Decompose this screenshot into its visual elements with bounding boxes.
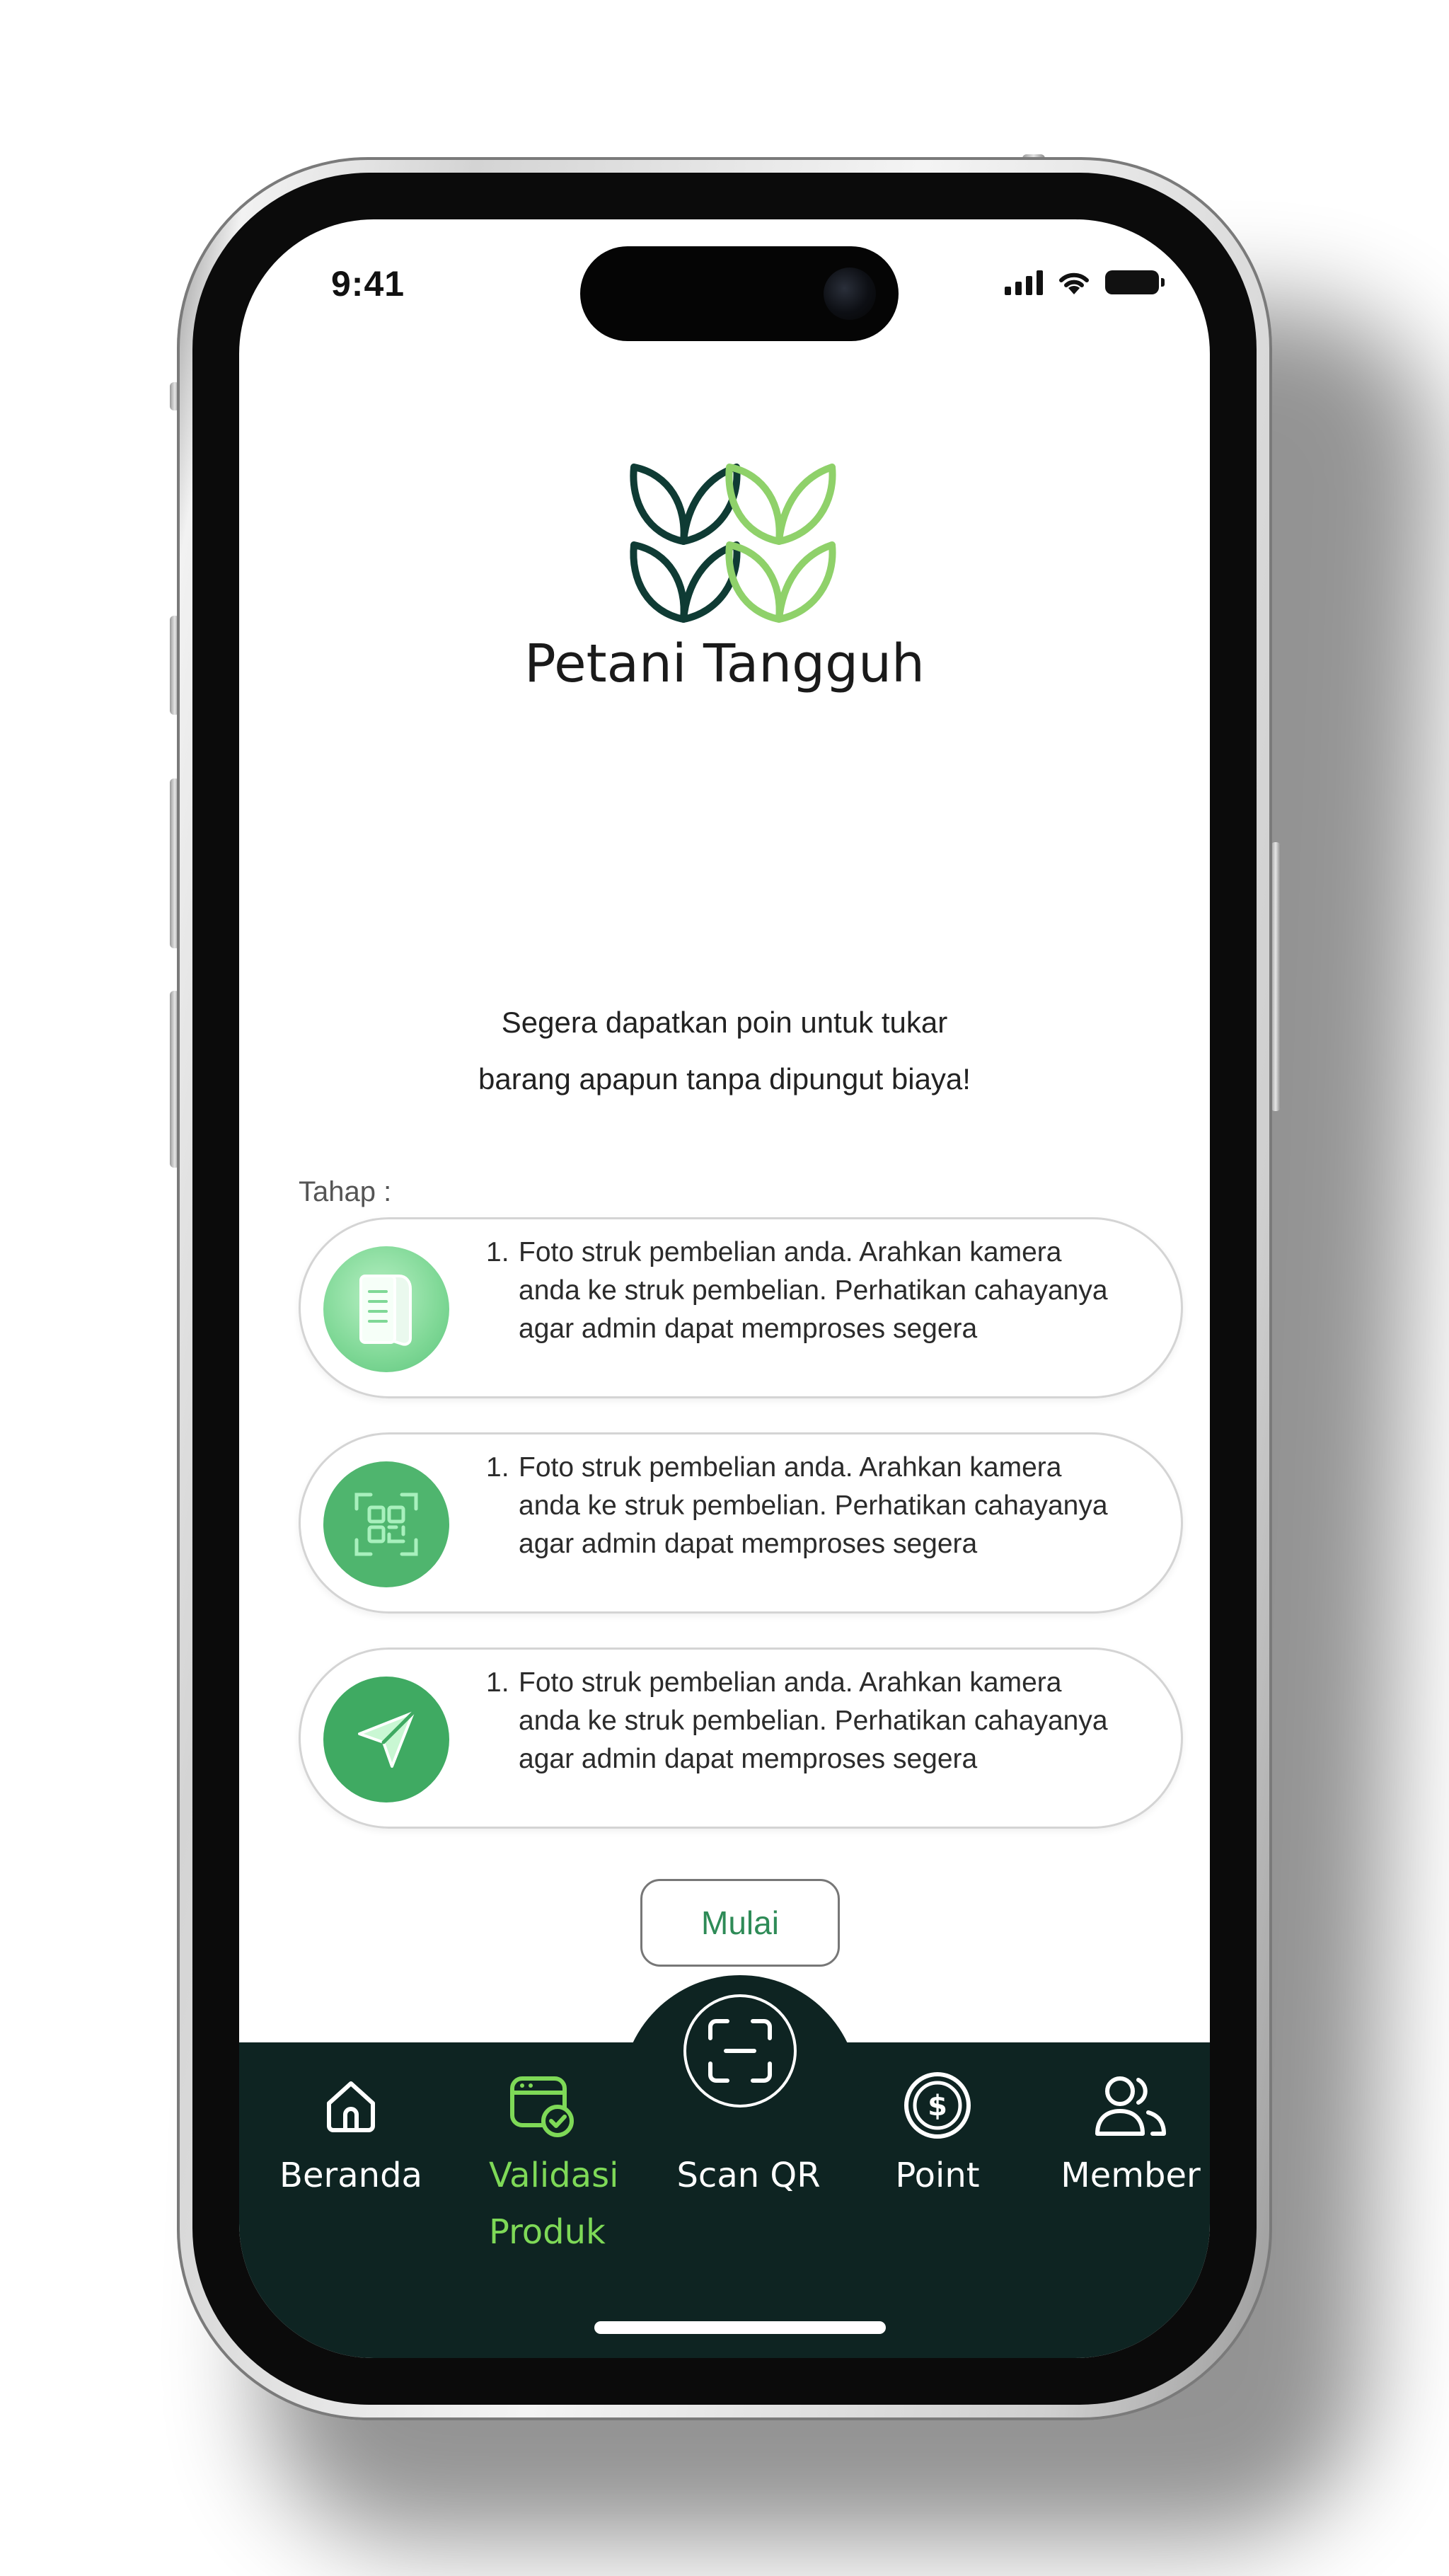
start-button[interactable]: Mulai [640, 1879, 840, 1967]
step-icon-3 [323, 1677, 449, 1802]
status-icons [1005, 269, 1165, 296]
step-number-2: 1. [486, 1452, 509, 1483]
send-icon [358, 1710, 415, 1768]
phone-bezel: 9:41 Petani Tangguh Segera dapatkan poin… [192, 173, 1257, 2405]
home-icon [327, 2081, 375, 2132]
nav-item-point[interactable]: $ Point [845, 2064, 1029, 2204]
step-text-1: 1. Foto struk pembelian anda. Arahkan ka… [486, 1234, 1123, 1348]
step-icon-2 [323, 1461, 449, 1587]
nav-label-point: Point [895, 2156, 980, 2195]
wifi-icon [1059, 272, 1089, 294]
nav-label-validasi-produk: Validasi Produk [489, 2156, 619, 2252]
step-icon-1 [323, 1246, 449, 1372]
brand-name: Petani Tangguh [524, 633, 925, 694]
nav-item-scan-qr[interactable]: Scan QR [657, 2064, 841, 2204]
step-text-2: 1. Foto struk pembelian anda. Arahkan ka… [486, 1449, 1123, 1563]
side-button-power [1271, 842, 1281, 1111]
step-description-2: Foto struk pembelian anda. Arahkan kamer… [519, 1452, 1108, 1559]
dollar-coin-icon: $ [904, 2072, 971, 2139]
cellular-signal-icon [1005, 270, 1043, 295]
intro-line-1: Segera dapatkan poin untuk tukar [501, 1006, 948, 1039]
bottom-navigation: Beranda Validasi Produk Scan QR $ Point … [239, 1975, 1210, 2358]
stage: 9:41 Petani Tangguh Segera dapatkan poin… [0, 0, 1449, 2576]
phone-screen: 9:41 Petani Tangguh Segera dapatkan poin… [239, 219, 1210, 2358]
nav-item-beranda[interactable]: Beranda [259, 2064, 443, 2204]
step-description-1: Foto struk pembelian anda. Arahkan kamer… [519, 1237, 1108, 1344]
svg-text:$: $ [928, 2090, 947, 2122]
step-card-1: 1. Foto struk pembelian anda. Arahkan ka… [299, 1217, 1183, 1398]
qr-code-icon [354, 1493, 418, 1556]
nav-item-member[interactable]: Member [1039, 2064, 1210, 2204]
status-time: 9:41 [331, 264, 405, 304]
steps-label: Tahap : [299, 1176, 392, 1207]
users-icon [1095, 2076, 1166, 2136]
dynamic-island [580, 246, 899, 341]
step-text-3: 1. Foto struk pembelian anda. Arahkan ka… [486, 1664, 1123, 1778]
home-indicator[interactable] [594, 2321, 886, 2334]
step-card-3: 1. Foto struk pembelian anda. Arahkan ka… [299, 1648, 1183, 1829]
nav-item-validasi-produk[interactable]: Validasi Produk [450, 2064, 634, 2260]
petani-tangguh-logo [630, 464, 836, 623]
validate-icon [510, 2076, 574, 2137]
intro-text: Segera dapatkan poin untuk tukar barang … [239, 994, 1210, 1108]
step-description-3: Foto struk pembelian anda. Arahkan kamer… [519, 1667, 1108, 1774]
receipt-icon [359, 1275, 412, 1346]
intro-line-2: barang apapun tanpa dipungut biaya! [478, 1062, 971, 1096]
step-card-2: 1. Foto struk pembelian anda. Arahkan ka… [299, 1432, 1183, 1614]
nav-label-scan-qr: Scan QR [676, 2156, 821, 2195]
battery-icon [1105, 270, 1165, 294]
step-number-1: 1. [486, 1237, 509, 1267]
front-camera [824, 268, 876, 320]
nav-label-beranda: Beranda [279, 2156, 422, 2195]
phone-frame: 9:41 Petani Tangguh Segera dapatkan poin… [177, 157, 1272, 2420]
nav-label-member: Member [1061, 2156, 1201, 2195]
step-number-3: 1. [486, 1667, 509, 1698]
